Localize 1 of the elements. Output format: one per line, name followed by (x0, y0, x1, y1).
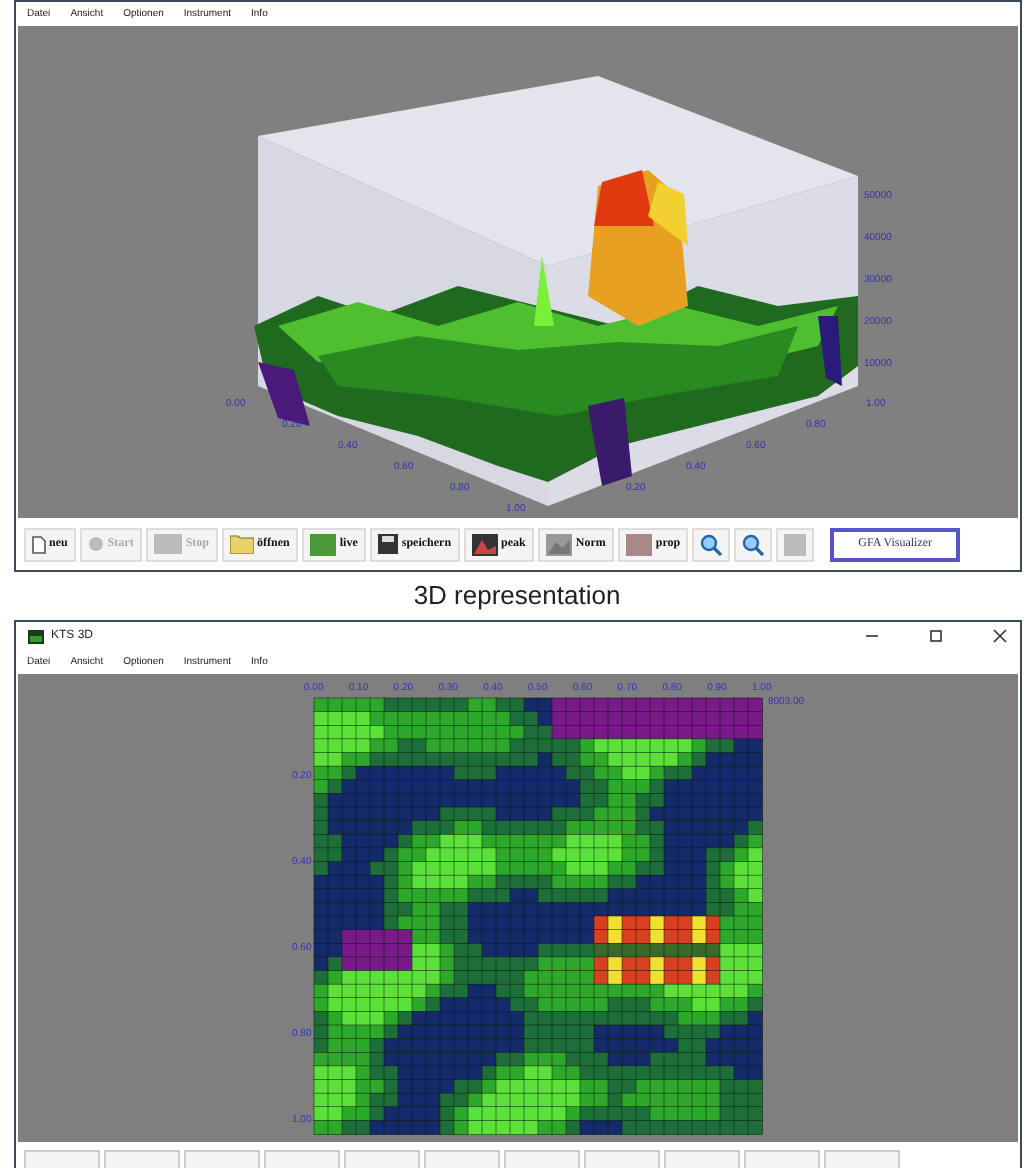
figure-caption: 3D representation (413, 580, 621, 610)
